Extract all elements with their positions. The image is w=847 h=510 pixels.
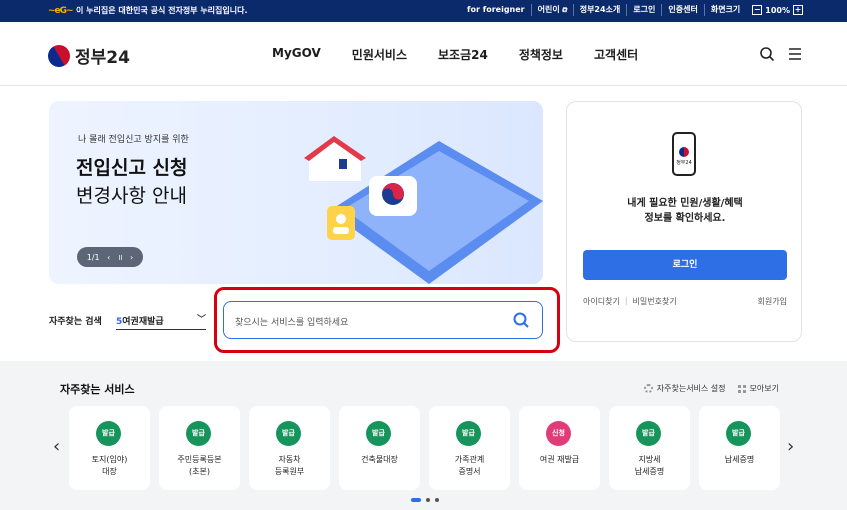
nav-subsidy24[interactable]: 보조금24 <box>438 46 488 63</box>
service-card-building-register[interactable]: 발급 건축물대장 <box>339 406 420 490</box>
login-button[interactable]: 로그인 <box>583 250 787 280</box>
main-nav: MyGOV 민원서비스 보조금24 정책정보 고객센터 <box>272 46 669 63</box>
search-submit-icon[interactable] <box>512 311 530 329</box>
gov-notice: ~eG~ 이 누리집은 대한민국 공식 전자정부 누리집입니다. <box>48 5 248 16</box>
menu-icon[interactable] <box>787 46 803 62</box>
service-label: 토지(임야) 대장 <box>91 455 128 476</box>
service-card-tax-cert[interactable]: 발급 납세증명 <box>699 406 780 490</box>
grid-icon <box>737 384 746 393</box>
apply-badge: 신청 <box>546 421 571 446</box>
services-tools: 자주찾는서비스 설정 모아보기 <box>643 383 779 394</box>
frequent-search-label: 자주찾는 검색 <box>49 317 102 327</box>
prev-banner-icon[interactable]: ‹ <box>107 253 110 262</box>
carousel-dot-active[interactable] <box>411 498 421 502</box>
link-cert-center[interactable]: 인증센터 <box>661 4 703 16</box>
service-label: 주민등록등본 (초본) <box>177 455 222 476</box>
service-card-vehicle-register[interactable]: 발급 자동차 등록원부 <box>249 406 330 490</box>
hero-title-line2: 변경사항 안내 <box>76 185 187 207</box>
search-placeholder: 찾으시는 서비스를 입력하세요 <box>235 318 349 328</box>
service-card-passport-reissue[interactable]: 신청 여권 재발급 <box>519 406 600 490</box>
chevron-down-icon: ﹀ <box>196 315 206 325</box>
gov-logo-icon: ~eG~ <box>48 5 74 16</box>
service-label: 가족관계 증명서 <box>454 455 485 476</box>
hero-banner[interactable]: 나 몰래 전입신고 방지를 위한 전입신고 신청 변경사항 안내 1/1 ‹ ॥… <box>49 101 543 284</box>
hero-title-line1: 전입신고 신청 <box>76 157 188 179</box>
selected-keyword: 여권재발급 <box>122 317 164 327</box>
pause-icon[interactable]: ॥ <box>118 252 123 263</box>
service-card-land-register[interactable]: 발급 토지(임야) 대장 <box>69 406 150 490</box>
gear-icon <box>643 384 653 393</box>
issue-badge: 발급 <box>456 421 481 446</box>
issue-badge: 발급 <box>276 421 301 446</box>
services-settings-button[interactable]: 자주찾는서비스 설정 <box>643 383 726 394</box>
external-link-icon: ⧉ <box>561 6 567 14</box>
carousel-dots <box>411 498 439 502</box>
top-notice-bar: ~eG~ 이 누리집은 대한민국 공식 전자정부 누리집입니다. for for… <box>0 0 847 22</box>
issue-badge: 발급 <box>366 421 391 446</box>
mobile-phone-icon: 정부24 <box>672 132 696 176</box>
issue-badge: 발급 <box>96 421 121 446</box>
find-password-link[interactable]: 비밀번호찾기 <box>633 296 677 307</box>
service-card-family-certificate[interactable]: 발급 가족관계 증명서 <box>429 406 510 490</box>
gov-notice-text: 이 누리집은 대한민국 공식 전자정부 누리집입니다. <box>76 6 248 15</box>
frequent-services-section: 자주찾는 서비스 자주찾는서비스 설정 모아보기 ‹ 발급 토지(임야) 대장 … <box>0 361 847 510</box>
banner-page-count: 1/1 <box>86 252 100 262</box>
service-label: 납세증명 <box>724 455 755 464</box>
divider: | <box>624 296 628 305</box>
service-label: 여권 재발급 <box>539 455 580 464</box>
login-links: 아이디찾기 | 비밀번호찾기 회원가입 <box>583 296 787 307</box>
hero-subtitle: 나 몰래 전입신고 방지를 위한 <box>78 135 189 145</box>
moving-illustration <box>304 136 543 284</box>
service-label: 자동차 등록원부 <box>274 455 305 476</box>
brand-logo[interactable]: 정부24 <box>43 40 130 71</box>
login-message: 내게 필요한 민원/생활/혜택 정보를 확인하세요. <box>627 198 743 224</box>
carousel-prev-arrow[interactable]: ‹ <box>53 436 60 457</box>
phone-label: 정부24 <box>676 160 692 166</box>
join-link[interactable]: 회원가입 <box>758 296 787 307</box>
zoom-control: − 100% + <box>746 5 803 15</box>
carousel-dot[interactable] <box>426 498 430 502</box>
issue-badge: 발급 <box>186 421 211 446</box>
search-icon[interactable] <box>759 46 775 62</box>
carousel-dot[interactable] <box>435 498 439 502</box>
site-header: 정부24 MyGOV 민원서비스 보조금24 정책정보 고객센터 <box>0 22 847 86</box>
frequent-search-select[interactable]: 5여권재발급 ﹀ <box>116 308 206 330</box>
font-size-label: 화면크기 <box>710 5 741 14</box>
zoom-value: 100% <box>765 5 790 15</box>
nav-mygov[interactable]: MyGOV <box>272 46 321 63</box>
view-all-button[interactable]: 모아보기 <box>737 383 779 394</box>
service-search-input[interactable]: 찾으시는 서비스를 입력하세요 <box>223 301 543 339</box>
link-about[interactable]: 정부24소개 <box>572 4 627 16</box>
zoom-out-button[interactable]: − <box>752 5 763 15</box>
service-cards: 발급 토지(임야) 대장 발급 주민등록등본 (초본) 발급 자동차 등록원부 … <box>69 406 780 490</box>
next-banner-icon[interactable]: › <box>130 253 133 262</box>
zoom-in-button[interactable]: + <box>793 5 803 15</box>
service-card-local-tax-cert[interactable]: 발급 지방세 납세증명 <box>609 406 690 490</box>
taegeuk-mini-icon <box>679 147 689 157</box>
brand-name: 정부24 <box>75 48 130 68</box>
service-label: 건축물대장 <box>361 455 398 464</box>
nav-customer-center[interactable]: 고객센터 <box>594 46 638 63</box>
font-size-control: 화면크기 <box>703 4 746 16</box>
issue-badge: 발급 <box>726 421 751 446</box>
taegeuk-logo-icon <box>43 40 75 71</box>
service-label: 지방세 납세증명 <box>634 455 665 476</box>
nav-policy-info[interactable]: 정책정보 <box>519 46 563 63</box>
link-login[interactable]: 로그인 <box>626 4 661 16</box>
top-utility-links: for foreigner 어린이 ⧉ 정부24소개 로그인 인증센터 화면크기 … <box>461 4 803 16</box>
banner-pager: 1/1 ‹ ॥ › <box>77 247 143 267</box>
service-card-resident-register[interactable]: 발급 주민등록등본 (초본) <box>159 406 240 490</box>
link-for-foreigner[interactable]: for foreigner <box>461 4 531 16</box>
issue-badge: 발급 <box>636 421 661 446</box>
frequent-services-title: 자주찾는 서비스 <box>60 383 135 396</box>
carousel-next-arrow[interactable]: › <box>787 436 794 457</box>
nav-civil-service[interactable]: 민원서비스 <box>352 46 407 63</box>
link-children[interactable]: 어린이 ⧉ <box>530 4 573 16</box>
find-id-link[interactable]: 아이디찾기 <box>583 296 620 307</box>
login-panel: 정부24 내게 필요한 민원/생활/혜택 정보를 확인하세요. 로그인 아이디찾… <box>566 101 802 342</box>
